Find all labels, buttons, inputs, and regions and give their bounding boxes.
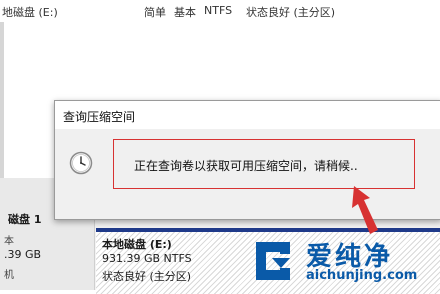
partition-status: 状态良好 (主分区) bbox=[102, 270, 192, 283]
watermark-logo: 爱纯净 aichunjing.com bbox=[244, 232, 440, 290]
brand-logo-icon bbox=[256, 242, 290, 280]
dialog-titlebar[interactable]: 查询压缩空间 bbox=[55, 101, 440, 129]
partition-size: 931.39 GB NTFS bbox=[102, 252, 192, 265]
dialog-title: 查询压缩空间 bbox=[63, 110, 136, 124]
partition-name: 本地磁盘 (E:) bbox=[102, 238, 172, 251]
disk-status-label: 机 bbox=[4, 270, 14, 281]
disk-size: .39 GB bbox=[4, 248, 42, 261]
brand-url: aichunjing.com bbox=[306, 268, 418, 283]
clock-icon bbox=[69, 151, 93, 175]
red-arrow-icon bbox=[352, 186, 378, 234]
dialog-message: 正在查询卷以获取可用压缩空间，请稍候.. bbox=[134, 159, 358, 173]
volume-layout-cell: 简单 bbox=[144, 6, 166, 19]
disk-type-label: 本 bbox=[4, 236, 14, 247]
volume-fs-cell: NTFS bbox=[204, 4, 233, 17]
disk-title: 磁盘 1 bbox=[8, 213, 42, 226]
volume-list-row[interactable]: 地磁盘 (E:) 简单 基本 NTFS 状态良好 (主分区) bbox=[0, 0, 440, 22]
volume-type-cell: 基本 bbox=[174, 6, 196, 19]
volume-name-cell: 地磁盘 (E:) bbox=[2, 6, 58, 19]
volume-status-cell: 状态良好 (主分区) bbox=[246, 6, 336, 19]
